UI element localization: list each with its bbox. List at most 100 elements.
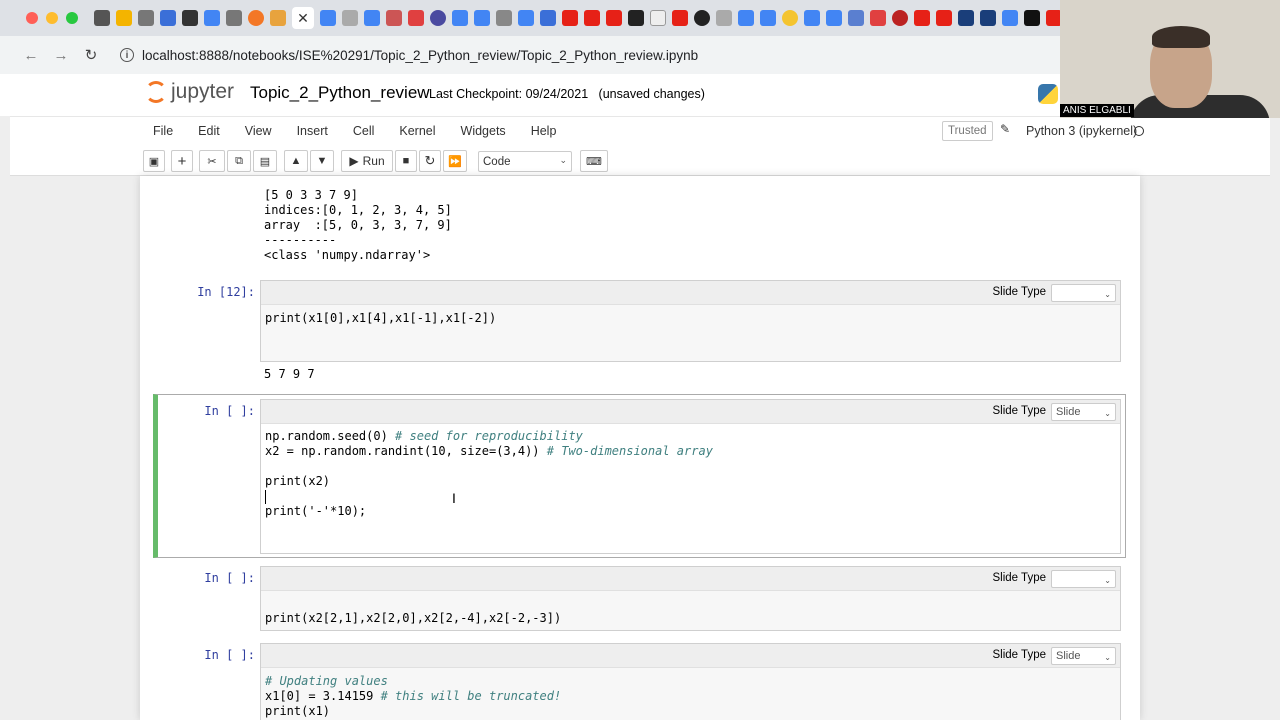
menu-insert[interactable]: Insert bbox=[297, 124, 328, 138]
chevron-down-icon: ⌄ bbox=[1104, 409, 1111, 418]
tab-favicon[interactable] bbox=[474, 10, 490, 26]
tab-favicon[interactable] bbox=[320, 10, 336, 26]
python-logo-icon bbox=[1038, 84, 1058, 104]
tab-favicon[interactable] bbox=[248, 10, 264, 26]
cell-type-select[interactable]: Code ⌄ bbox=[478, 151, 572, 172]
jupyter-logo[interactable]: jupyter bbox=[145, 80, 234, 104]
tab-favicon[interactable] bbox=[364, 10, 380, 26]
mouse-ibeam-cursor-icon: I bbox=[452, 490, 456, 506]
code-text: np.random.seed(0) bbox=[265, 429, 396, 443]
code-cell[interactable]: Slide Type ⌄ print(x2[2,1],x2[2,0],x2[2,… bbox=[260, 566, 1121, 631]
tab-favicon[interactable] bbox=[182, 10, 198, 26]
code-cell-editing[interactable]: Slide Type Slide ⌄ np.random.seed(0) # se… bbox=[260, 399, 1121, 554]
slide-type-label: Slide Type bbox=[992, 572, 1047, 584]
tab-favicon[interactable] bbox=[204, 10, 220, 26]
active-tab-close-icon[interactable]: ✕ bbox=[292, 7, 314, 29]
tab-favicon[interactable] bbox=[408, 10, 424, 26]
tab-favicon[interactable] bbox=[694, 10, 710, 26]
kernel-name[interactable]: Python 3 (ipykernel) bbox=[1026, 124, 1137, 138]
tab-favicon[interactable] bbox=[628, 10, 644, 26]
tab-favicon[interactable] bbox=[936, 10, 952, 26]
tab-favicon[interactable] bbox=[342, 10, 358, 26]
cell-prompt: In [ ]: bbox=[204, 571, 255, 585]
forward-icon[interactable]: → bbox=[50, 47, 72, 64]
close-window-button[interactable] bbox=[26, 12, 38, 24]
tab-favicon[interactable] bbox=[870, 10, 886, 26]
output-line: ---------- bbox=[264, 233, 337, 247]
tab-favicon[interactable] bbox=[562, 10, 578, 26]
tab-favicon[interactable] bbox=[138, 10, 154, 26]
tab-favicon[interactable] bbox=[386, 10, 402, 26]
menu-file[interactable]: File bbox=[153, 124, 173, 138]
tab-favicon[interactable] bbox=[1002, 10, 1018, 26]
tab-favicon[interactable] bbox=[892, 10, 908, 26]
save-icon[interactable]: ▣ bbox=[143, 150, 165, 172]
tab-favicon[interactable] bbox=[738, 10, 754, 26]
interrupt-icon[interactable]: ■ bbox=[395, 150, 417, 172]
menu-help[interactable]: Help bbox=[531, 124, 557, 138]
move-down-icon[interactable]: ▼ bbox=[310, 150, 334, 172]
tab-favicon[interactable] bbox=[804, 10, 820, 26]
tab-favicon[interactable] bbox=[606, 10, 622, 26]
tab-favicon[interactable] bbox=[496, 10, 512, 26]
run-button[interactable]: ▶ Run bbox=[341, 150, 393, 172]
tab-favicon[interactable] bbox=[116, 10, 132, 26]
reload-icon[interactable]: ↻ bbox=[80, 46, 102, 64]
insert-cell-icon[interactable]: + bbox=[171, 150, 193, 172]
copy-icon[interactable]: ⧉ bbox=[227, 150, 251, 172]
trusted-badge[interactable]: Trusted bbox=[942, 121, 993, 141]
minimize-window-button[interactable] bbox=[46, 12, 58, 24]
restart-icon[interactable]: ↻ bbox=[419, 150, 441, 172]
tab-favicon[interactable] bbox=[958, 10, 974, 26]
slide-type-select[interactable]: ⌄ bbox=[1051, 284, 1116, 302]
tab-favicon[interactable] bbox=[782, 10, 798, 26]
tab-favicon[interactable] bbox=[94, 10, 110, 26]
menu-widgets[interactable]: Widgets bbox=[461, 124, 506, 138]
code-text: x1[0] = 3.14159 bbox=[265, 689, 381, 703]
cell-type-value: Code bbox=[483, 155, 511, 168]
tab-favicon[interactable] bbox=[160, 10, 176, 26]
slide-type-select[interactable]: ⌄ bbox=[1051, 570, 1116, 588]
tab-favicon[interactable] bbox=[430, 10, 446, 26]
code-cell[interactable]: Slide Type Slide ⌄ # Updating values x1[0… bbox=[260, 643, 1121, 720]
cell-prompt: In [ ]: bbox=[204, 648, 255, 662]
move-up-icon[interactable]: ▲ bbox=[284, 150, 308, 172]
tab-favicon[interactable] bbox=[226, 10, 242, 26]
code-cell[interactable]: Slide Type ⌄ print(x1[0],x1[4],x1[-1],x1… bbox=[260, 280, 1121, 362]
cut-icon[interactable]: ✂ bbox=[199, 150, 225, 172]
tab-favicon[interactable] bbox=[452, 10, 468, 26]
tab-favicon[interactable] bbox=[1024, 10, 1040, 26]
menu-view[interactable]: View bbox=[245, 124, 272, 138]
tab-favicon[interactable] bbox=[650, 10, 666, 26]
back-icon[interactable]: ← bbox=[20, 47, 42, 64]
maximize-window-button[interactable] bbox=[66, 12, 78, 24]
menu-cell[interactable]: Cell bbox=[353, 124, 375, 138]
paste-icon[interactable]: ▤ bbox=[253, 150, 277, 172]
command-palette-icon[interactable]: ⌨ bbox=[580, 150, 608, 172]
tab-favicon[interactable] bbox=[716, 10, 732, 26]
tab-favicon[interactable] bbox=[540, 10, 556, 26]
tab-favicon[interactable] bbox=[848, 10, 864, 26]
tab-favicon[interactable] bbox=[826, 10, 842, 26]
menu-edit[interactable]: Edit bbox=[198, 124, 220, 138]
tab-favicon[interactable] bbox=[584, 10, 600, 26]
tab-favicon[interactable] bbox=[270, 10, 286, 26]
site-info-icon[interactable]: i bbox=[120, 48, 134, 62]
url-field[interactable]: i localhost:8888/notebooks/ISE%20291/Top… bbox=[120, 48, 698, 63]
jupyter-logo-icon bbox=[145, 81, 167, 103]
restart-run-all-icon[interactable]: ⏩ bbox=[443, 150, 467, 172]
edit-pencil-icon[interactable]: ✎ bbox=[1000, 122, 1010, 136]
code-comment: # Updating values bbox=[265, 674, 388, 688]
output-line: indices:[0, 1, 2, 3, 4, 5] bbox=[264, 203, 452, 217]
tab-favicon[interactable] bbox=[672, 10, 688, 26]
play-icon: ▶ bbox=[349, 154, 359, 168]
tab-favicon[interactable] bbox=[980, 10, 996, 26]
slide-type-select[interactable]: Slide ⌄ bbox=[1051, 403, 1116, 421]
notebook-title[interactable]: Topic_2_Python_review bbox=[250, 83, 430, 103]
tab-favicon[interactable] bbox=[760, 10, 776, 26]
tab-favicon[interactable] bbox=[518, 10, 534, 26]
slide-type-select[interactable]: Slide ⌄ bbox=[1051, 647, 1116, 665]
code-line: print(x1) bbox=[265, 704, 331, 718]
tab-favicon[interactable] bbox=[914, 10, 930, 26]
menu-kernel[interactable]: Kernel bbox=[399, 124, 435, 138]
